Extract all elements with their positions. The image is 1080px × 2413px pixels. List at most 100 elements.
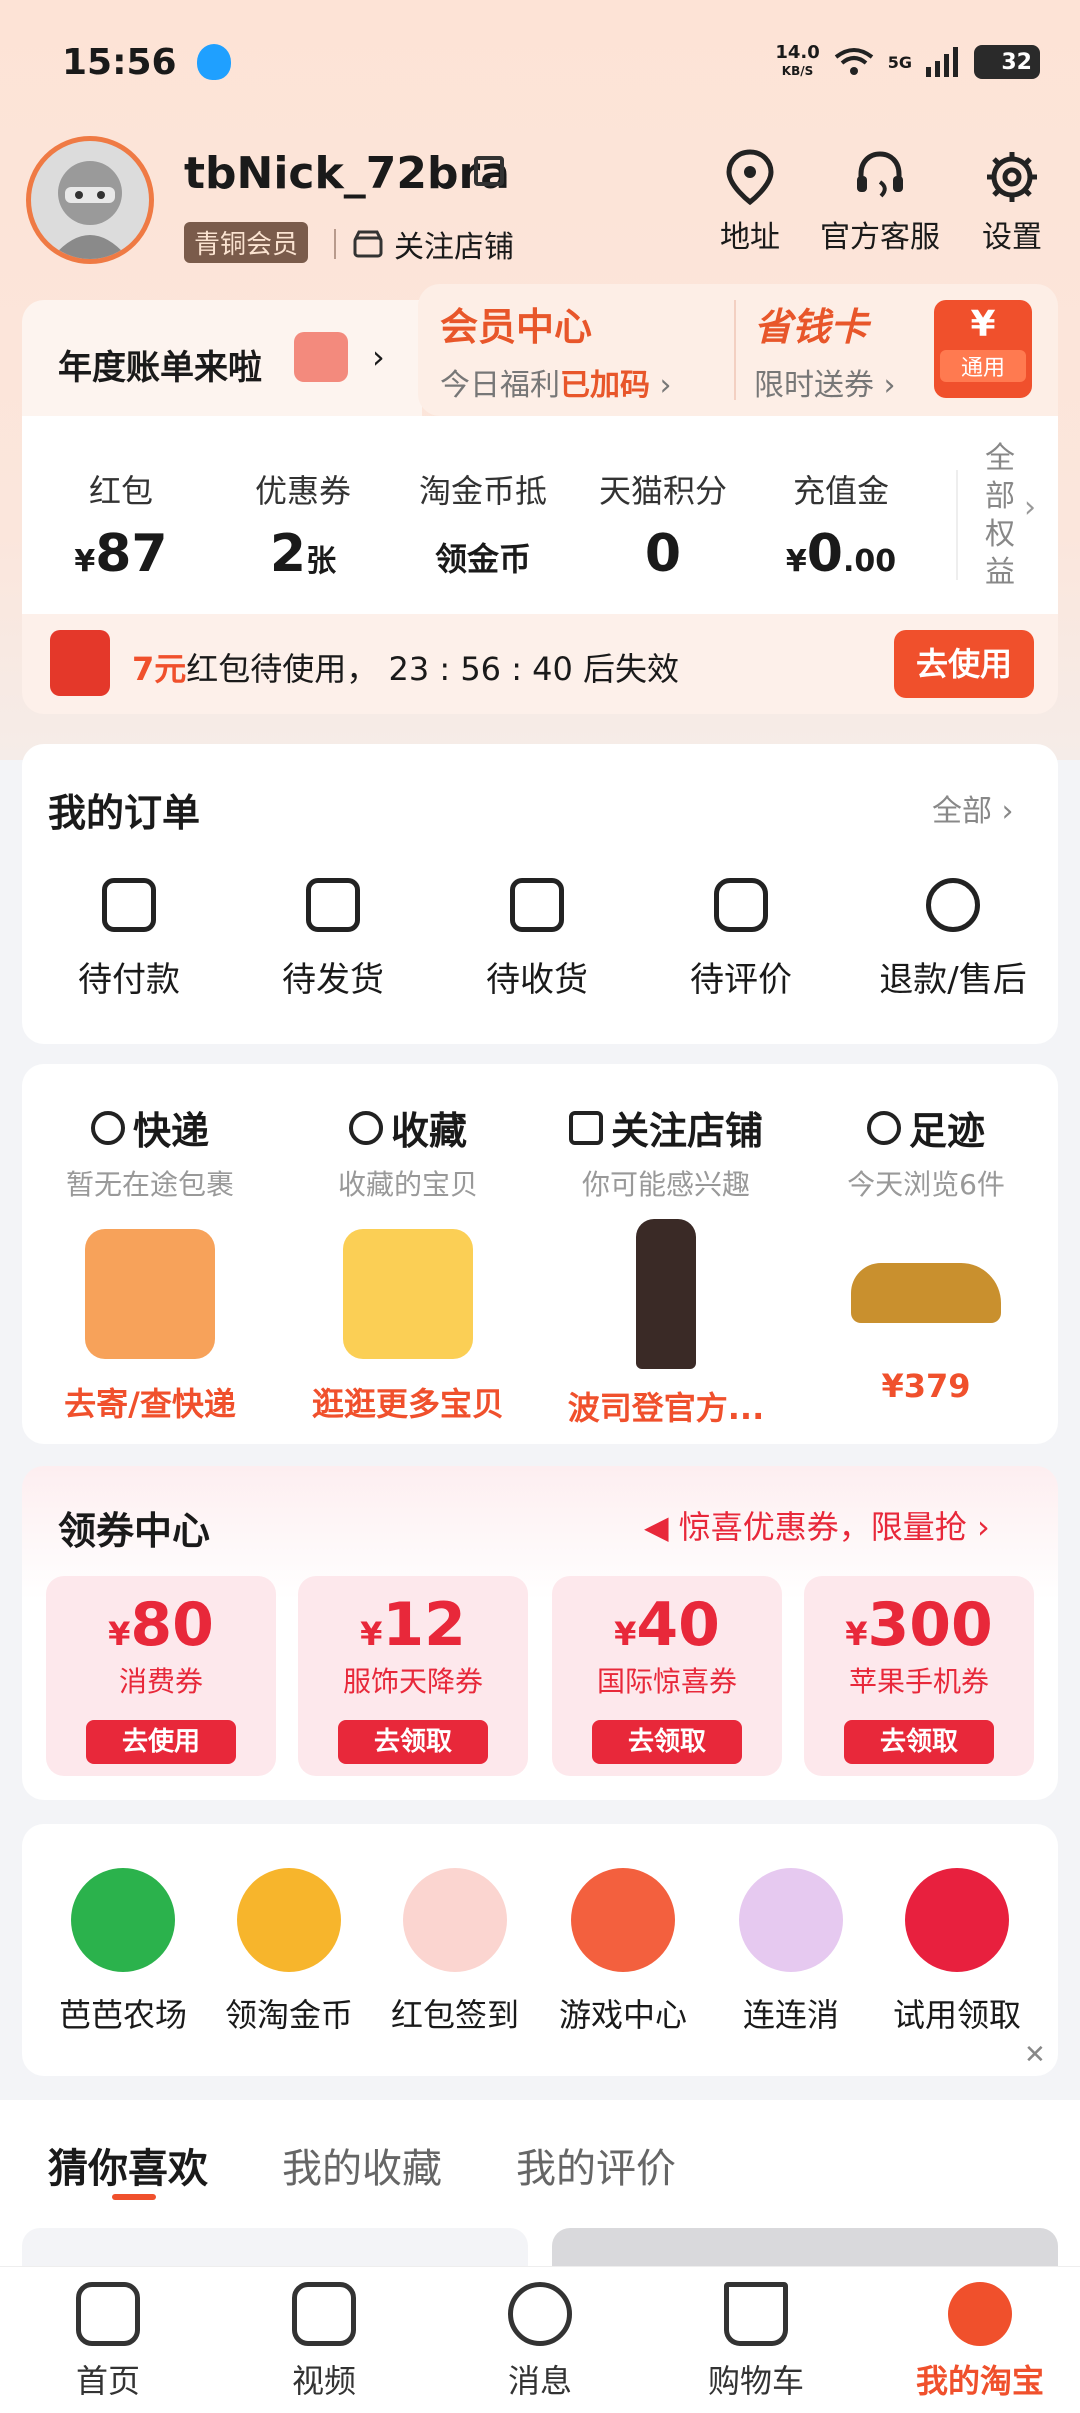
saving-card-title[interactable]: 省钱卡 [754, 296, 868, 351]
coupon-button[interactable]: 去领取 [844, 1720, 994, 1764]
asset-red-packet[interactable]: 红包 ¥87 [36, 466, 206, 584]
video-play-icon [292, 2282, 356, 2346]
shop-icon [353, 230, 383, 258]
saving-card-subtitle[interactable]: 限时送券 › [754, 360, 896, 404]
username[interactable]: tbNick_72bra [184, 148, 510, 199]
avatar[interactable] [26, 136, 154, 264]
close-icon[interactable]: ✕ [1024, 2040, 1046, 2070]
nav-messages[interactable]: 消息 [470, 2282, 610, 2402]
nav-video[interactable]: 视频 [254, 2282, 394, 2402]
qq-icon [196, 44, 231, 80]
nav-cart[interactable]: 购物车 [686, 2282, 826, 2402]
coupon-button[interactable]: 去领取 [592, 1720, 742, 1764]
tab-my-favorites[interactable]: 我的收藏 [282, 2136, 442, 2194]
asset-coupons[interactable]: 优惠券 2张 [218, 466, 388, 584]
settings-button[interactable]: 设置 [962, 148, 1062, 256]
network-type: 5G [887, 52, 912, 72]
speaker-icon: ◀ [644, 1508, 669, 1546]
coupon-card[interactable]: ¥300 苹果手机券 去领取 [804, 1576, 1034, 1776]
asset-recharge[interactable]: 充值金 ¥0.00 [756, 466, 926, 584]
app-game-center[interactable]: 游戏中心 [538, 1868, 708, 2036]
red-packet-icon [50, 630, 110, 696]
app-taojinbi[interactable]: 领淘金币 [204, 1868, 374, 2036]
annual-bill-text: 年度账单来啦 [58, 348, 262, 388]
follow-shops-label: 关注店铺 [394, 230, 514, 265]
vip-center-subtitle[interactable]: 今日福利已加码 › [440, 360, 672, 404]
avatar-image [51, 161, 129, 259]
wifi-icon [834, 48, 873, 75]
signal-icon [926, 47, 958, 77]
tab-my-reviews[interactable]: 我的评价 [516, 2136, 676, 2194]
shortcut-followed-shops[interactable]: 关注店铺 你可能感兴趣 波司登官方... [546, 1100, 786, 1429]
qr-code-icon[interactable] [474, 156, 504, 186]
parcel-image [85, 1229, 215, 1359]
coupon-card[interactable]: ¥12 服饰天降券 去领取 [298, 1576, 528, 1776]
follow-shops-link[interactable]: 关注店铺 [334, 222, 514, 266]
orders-all-link[interactable]: 全部 › [932, 786, 1014, 830]
battery-icon: 32 [974, 45, 1040, 79]
yen-icon: ¥ [970, 304, 996, 345]
coupon-center-title: 领券中心 [58, 1509, 211, 1553]
tab-guess-you-like[interactable]: 猜你喜欢 [48, 2136, 208, 2194]
net-speed: 14.0 KB/S [775, 42, 820, 79]
trial-icon [905, 1868, 1009, 1972]
coupon-card[interactable]: ¥40 国际惊喜券 去领取 [552, 1576, 782, 1776]
app-free-trial[interactable]: 试用领取 [872, 1868, 1042, 2036]
chat-bubble-icon [714, 878, 768, 932]
package-icon [306, 878, 360, 932]
box-icon [90, 1110, 125, 1145]
status-bar: 15:56 14.0 KB/S 5G 32 [62, 36, 1040, 88]
general-coupon-badge[interactable]: ¥ 通用 [934, 300, 1032, 398]
chevron-right-icon: › [372, 338, 385, 376]
chevron-right-icon: › [1024, 490, 1036, 525]
asset-taojinbi[interactable]: 淘金币抵 领金币 [398, 466, 568, 580]
coupon-card[interactable]: ¥80 消费券 去使用 [46, 1576, 276, 1776]
message-icon [508, 2282, 572, 2346]
address-label: 地址 [720, 220, 780, 255]
shortcut-favorites[interactable]: 收藏 收藏的宝贝 逛逛更多宝贝 [288, 1100, 528, 1425]
divider [734, 300, 736, 400]
home-icon [76, 2282, 140, 2346]
orders-title: 我的订单 [48, 791, 201, 835]
general-label: 通用 [940, 350, 1026, 382]
down-coat-image [636, 1219, 696, 1369]
status-time: 15:56 [62, 41, 177, 83]
divider [956, 470, 958, 580]
use-red-packet-button[interactable]: 去使用 [894, 630, 1034, 698]
feed-item-card[interactable] [552, 2228, 1058, 2268]
pig-icon [739, 1868, 843, 1972]
all-rights-link[interactable]: 全部权益 [980, 440, 1020, 592]
vip-center-title[interactable]: 会员中心 [440, 296, 592, 351]
app-baba-farm[interactable]: 芭芭农场 [38, 1868, 208, 2036]
farm-icon [71, 1868, 175, 1972]
truck-icon [510, 878, 564, 932]
app-match-game[interactable]: 连连消 [706, 1868, 876, 2036]
feed-item-card[interactable] [22, 2228, 528, 2268]
order-pending-shipment[interactable]: 待发货 [248, 878, 418, 1001]
app-red-packet-signin[interactable]: 红包签到 [370, 1868, 540, 2036]
star-icon [348, 1110, 383, 1145]
member-level-badge[interactable]: 青铜会员 [184, 222, 309, 263]
address-button[interactable]: 地址 [700, 148, 800, 256]
customer-service-button[interactable]: 官方客服 [810, 148, 950, 256]
order-pending-payment[interactable]: 待付款 [44, 878, 214, 1001]
annual-bill-banner[interactable]: 年度账单来啦 › [22, 300, 422, 416]
shop-icon [568, 1110, 603, 1145]
coupon-promo-link[interactable]: ◀ 惊喜优惠券，限量抢 › [644, 1502, 990, 1548]
sneaker-image [851, 1263, 1001, 1323]
wallet-icon [102, 878, 156, 932]
smile-icon [948, 2282, 1012, 2346]
coupon-button[interactable]: 去领取 [338, 1720, 488, 1764]
shortcut-express[interactable]: 快递 暂无在途包裹 去寄/查快递 [30, 1100, 270, 1425]
shopping-cart-icon [724, 2282, 788, 2346]
order-pending-review[interactable]: 待评价 [656, 878, 826, 1001]
shortcut-footprints[interactable]: 足迹 今天浏览6件 ¥379 [806, 1100, 1046, 1405]
coupon-button[interactable]: 去使用 [86, 1720, 236, 1764]
asset-tmall-points[interactable]: 天猫积分 0 [578, 466, 748, 584]
clock-icon [866, 1110, 901, 1145]
order-refund[interactable]: 退款/售后 [858, 878, 1048, 1001]
order-pending-receipt[interactable]: 待收货 [452, 878, 622, 1001]
nav-my-taobao[interactable]: 我的淘宝 [900, 2282, 1060, 2402]
nav-home[interactable]: 首页 [38, 2282, 178, 2402]
divider [334, 229, 336, 259]
